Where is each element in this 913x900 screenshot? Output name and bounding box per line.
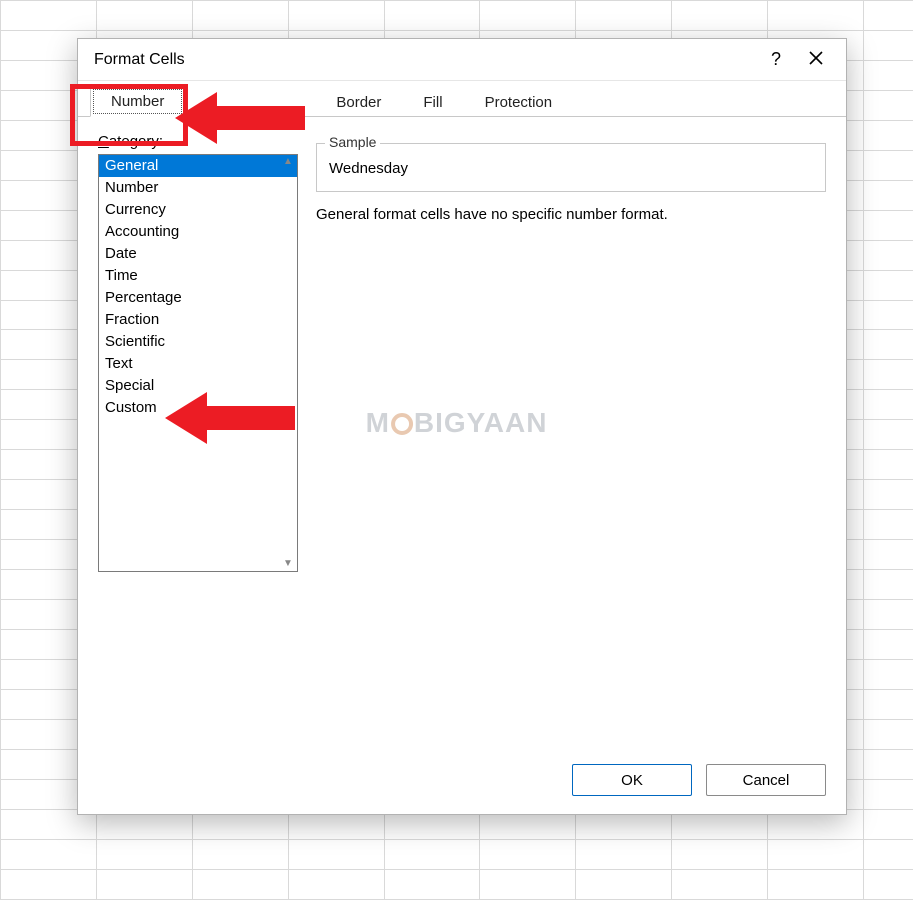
listbox-scrollbar[interactable]: ▲ ▼	[279, 155, 297, 571]
category-item-currency[interactable]: Currency	[99, 199, 297, 221]
list-item-label: Number	[105, 179, 158, 196]
list-item-label: Date	[105, 245, 137, 262]
list-item-label: Currency	[105, 201, 166, 218]
category-item-custom[interactable]: Custom	[99, 397, 297, 419]
list-item-label: Accounting	[105, 223, 179, 240]
list-item-label: Scientific	[105, 333, 165, 350]
tab-number[interactable]: Number	[90, 86, 185, 117]
sample-legend: Sample	[325, 134, 380, 150]
list-item-label: Time	[105, 267, 138, 284]
category-item-scientific[interactable]: Scientific	[99, 331, 297, 353]
category-item-fraction[interactable]: Fraction	[99, 309, 297, 331]
tab-label: Protection	[485, 94, 553, 111]
tab-protection[interactable]: Protection	[464, 87, 574, 117]
category-listbox[interactable]: General Number Currency Accounting Date …	[98, 154, 298, 572]
category-item-time[interactable]: Time	[99, 265, 297, 287]
cancel-button[interactable]: Cancel	[706, 764, 826, 796]
category-item-general[interactable]: General	[99, 155, 297, 177]
button-label: Cancel	[743, 772, 790, 789]
dialog-body: Category: General Number Currency Accoun…	[78, 117, 846, 750]
category-pane: Category: General Number Currency Accoun…	[98, 133, 298, 750]
list-item-label: Text	[105, 355, 133, 372]
scroll-down-icon: ▼	[283, 559, 293, 569]
sample-group: Sample Wednesday	[316, 143, 826, 192]
dialog-title: Format Cells	[94, 51, 756, 69]
tab-label: Fill	[423, 94, 442, 111]
tab-border[interactable]: Border	[315, 87, 402, 117]
tab-label: Number	[111, 93, 164, 110]
sample-pane: Sample Wednesday General format cells ha…	[316, 133, 826, 750]
format-description: General format cells have no specific nu…	[316, 206, 826, 223]
list-item-label: Fraction	[105, 311, 159, 328]
category-item-special[interactable]: Special	[99, 375, 297, 397]
list-item-label: Percentage	[105, 289, 182, 306]
close-button[interactable]	[796, 51, 836, 69]
titlebar: Format Cells ?	[78, 39, 846, 81]
tab-fill[interactable]: Fill	[402, 87, 463, 117]
dialog-footer: OK Cancel	[78, 750, 846, 814]
scroll-up-icon: ▲	[283, 157, 293, 167]
format-cells-dialog: Format Cells ? Number Border Fill Protec…	[77, 38, 847, 815]
list-item-label: General	[105, 157, 158, 174]
category-item-number[interactable]: Number	[99, 177, 297, 199]
tab-label: Border	[336, 94, 381, 111]
list-item-label: Special	[105, 377, 154, 394]
category-item-text[interactable]: Text	[99, 353, 297, 375]
category-item-date[interactable]: Date	[99, 243, 297, 265]
help-button[interactable]: ?	[756, 49, 796, 70]
category-item-percentage[interactable]: Percentage	[99, 287, 297, 309]
sample-value: Wednesday	[329, 160, 813, 177]
list-item-label: Custom	[105, 399, 157, 416]
ok-button[interactable]: OK	[572, 764, 692, 796]
category-label: Category:	[98, 133, 298, 150]
tab-strip: Number Border Fill Protection	[78, 81, 846, 117]
close-icon	[809, 52, 823, 69]
category-item-accounting[interactable]: Accounting	[99, 221, 297, 243]
button-label: OK	[621, 772, 643, 789]
